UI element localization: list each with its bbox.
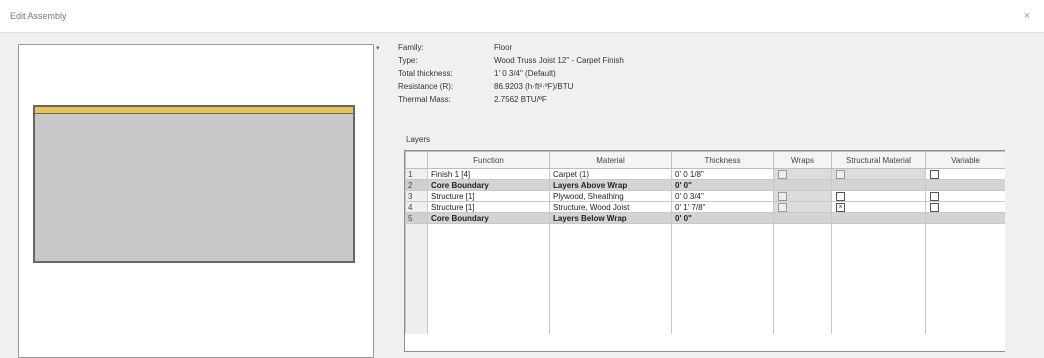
structural-cell[interactable]: × bbox=[831, 201, 926, 213]
wraps-cell[interactable] bbox=[773, 190, 832, 202]
assembly-preview bbox=[18, 44, 374, 358]
variable-cell bbox=[925, 179, 1005, 191]
column-header-material[interactable]: Material bbox=[549, 151, 672, 169]
table-row[interactable]: 2 Core Boundary Layers Above Wrap 0' 0" bbox=[405, 179, 1005, 191]
row-number[interactable]: 2 bbox=[405, 179, 428, 191]
wraps-cell bbox=[773, 179, 832, 191]
table-row[interactable]: 4 Structure [1] Structure, Wood Joist 0'… bbox=[405, 201, 1005, 213]
wraps-checkbox[interactable] bbox=[778, 191, 787, 201]
column-header-structural-material[interactable]: Structural Material bbox=[831, 151, 926, 169]
table-header-row: Function Material Thickness Wraps Struct… bbox=[405, 151, 1005, 169]
variable-checkbox[interactable] bbox=[930, 191, 939, 201]
column-header-index bbox=[405, 151, 428, 169]
material-cell[interactable]: Carpet (1) bbox=[549, 168, 672, 180]
property-label: Resistance (R): bbox=[398, 82, 454, 91]
layers-caption: Layers bbox=[406, 135, 431, 144]
window-title: Edit Assembly bbox=[10, 11, 67, 21]
structural-cell[interactable] bbox=[831, 168, 926, 180]
property-label: Total thickness: bbox=[398, 69, 453, 78]
layers-table: Function Material Thickness Wraps Struct… bbox=[404, 150, 1005, 352]
material-cell[interactable]: Layers Above Wrap bbox=[549, 179, 672, 191]
structural-material-checkbox[interactable]: × bbox=[836, 202, 845, 212]
function-cell[interactable]: Core Boundary bbox=[427, 212, 550, 224]
property-value: 1' 0 3/4" (Default) bbox=[494, 69, 556, 78]
structural-cell bbox=[831, 179, 926, 191]
collapse-preview-icon[interactable]: ▾ bbox=[376, 44, 380, 52]
column-header-thickness[interactable]: Thickness bbox=[671, 151, 774, 169]
property-label: Thermal Mass: bbox=[398, 95, 451, 104]
variable-checkbox[interactable] bbox=[930, 169, 939, 179]
property-label: Type: bbox=[398, 56, 418, 65]
row-number[interactable]: 4 bbox=[405, 201, 428, 213]
material-cell[interactable]: Plywood, Sheathing bbox=[549, 190, 672, 202]
material-cell[interactable]: Structure, Wood Joist bbox=[549, 201, 672, 213]
structural-cell bbox=[831, 212, 926, 224]
thickness-cell[interactable]: 0' 0 1/8" bbox=[671, 168, 774, 180]
property-value: Floor bbox=[494, 43, 513, 52]
thickness-cell[interactable]: 0' 0" bbox=[671, 212, 774, 224]
finish-layer-preview bbox=[35, 107, 353, 114]
floor-section-preview bbox=[33, 105, 355, 263]
function-cell[interactable]: Finish 1 [4] bbox=[427, 168, 550, 180]
function-cell[interactable]: Structure [1] bbox=[427, 190, 550, 202]
variable-checkbox[interactable] bbox=[930, 202, 939, 212]
wraps-cell[interactable] bbox=[773, 201, 832, 213]
function-cell[interactable]: Core Boundary bbox=[427, 179, 550, 191]
property-value: 2.7562 BTU/ºF bbox=[494, 95, 547, 104]
variable-cell[interactable] bbox=[925, 168, 1005, 180]
table-row[interactable]: 3 Structure [1] Plywood, Sheathing 0' 0 … bbox=[405, 190, 1005, 202]
wraps-checkbox[interactable] bbox=[778, 169, 787, 179]
property-value: 86.9203 (h·ft²·ºF)/BTU bbox=[494, 82, 574, 91]
empty-table-area bbox=[405, 223, 1005, 334]
close-icon[interactable]: × bbox=[1020, 9, 1034, 23]
variable-cell bbox=[925, 212, 1005, 224]
wraps-cell[interactable] bbox=[773, 168, 832, 180]
thickness-cell[interactable]: 0' 0 3/4" bbox=[671, 190, 774, 202]
column-header-wraps[interactable]: Wraps bbox=[773, 151, 832, 169]
thickness-cell[interactable]: 0' 0" bbox=[671, 179, 774, 191]
variable-cell[interactable] bbox=[925, 201, 1005, 213]
material-cell[interactable]: Layers Below Wrap bbox=[549, 212, 672, 224]
variable-cell[interactable] bbox=[925, 190, 1005, 202]
column-header-function[interactable]: Function bbox=[427, 151, 550, 169]
title-bar: Edit Assembly × bbox=[0, 0, 1044, 33]
structural-cell[interactable] bbox=[831, 190, 926, 202]
property-label: Family: bbox=[398, 43, 424, 52]
wraps-cell bbox=[773, 212, 832, 224]
row-number[interactable]: 1 bbox=[405, 168, 428, 180]
column-header-variable[interactable]: Variable bbox=[925, 151, 1005, 169]
row-number[interactable]: 3 bbox=[405, 190, 428, 202]
table-row[interactable]: 1 Finish 1 [4] Carpet (1) 0' 0 1/8" bbox=[405, 168, 1005, 180]
row-number[interactable]: 5 bbox=[405, 212, 428, 224]
property-value: Wood Truss Joist 12" - Carpet Finish bbox=[494, 56, 624, 65]
wraps-checkbox[interactable] bbox=[778, 202, 787, 212]
thickness-cell[interactable]: 0' 1' 7/8" bbox=[671, 201, 774, 213]
structural-material-checkbox[interactable] bbox=[836, 191, 845, 201]
table-row[interactable]: 5 Core Boundary Layers Below Wrap 0' 0" bbox=[405, 212, 1005, 224]
structural-material-checkbox[interactable] bbox=[836, 169, 845, 179]
function-cell[interactable]: Structure [1] bbox=[427, 201, 550, 213]
